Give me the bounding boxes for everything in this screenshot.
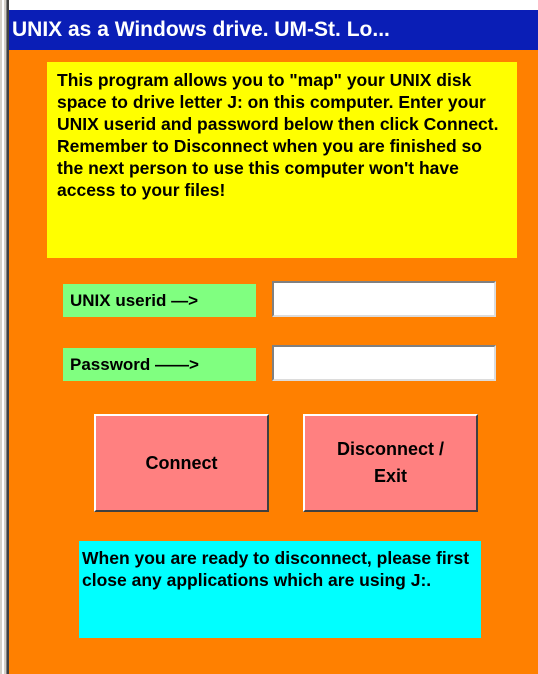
disconnect-note-panel: When you are ready to disconnect, please… — [79, 541, 481, 638]
password-label: Password ——> — [63, 348, 256, 381]
window-title-bar[interactable]: UNIX as a Windows drive. UM-St. Lo... — [9, 10, 538, 50]
userid-label: UNIX userid —> — [63, 284, 256, 317]
window-left-border — [0, 0, 9, 674]
disconnect-exit-button[interactable]: Disconnect / Exit — [303, 414, 478, 512]
window-title: UNIX as a Windows drive. UM-St. Lo... — [12, 18, 390, 41]
connect-button[interactable]: Connect — [94, 414, 269, 512]
instructions-text: This program allows you to "map" your UN… — [57, 70, 499, 200]
password-input[interactable] — [272, 345, 496, 381]
app-window: UNIX as a Windows drive. UM-St. Lo... Th… — [0, 0, 538, 674]
instructions-panel: This program allows you to "map" your UN… — [47, 62, 517, 258]
form-client-area: This program allows you to "map" your UN… — [9, 50, 538, 674]
userid-input[interactable] — [272, 281, 496, 317]
disconnect-note-text: When you are ready to disconnect, please… — [82, 548, 470, 590]
